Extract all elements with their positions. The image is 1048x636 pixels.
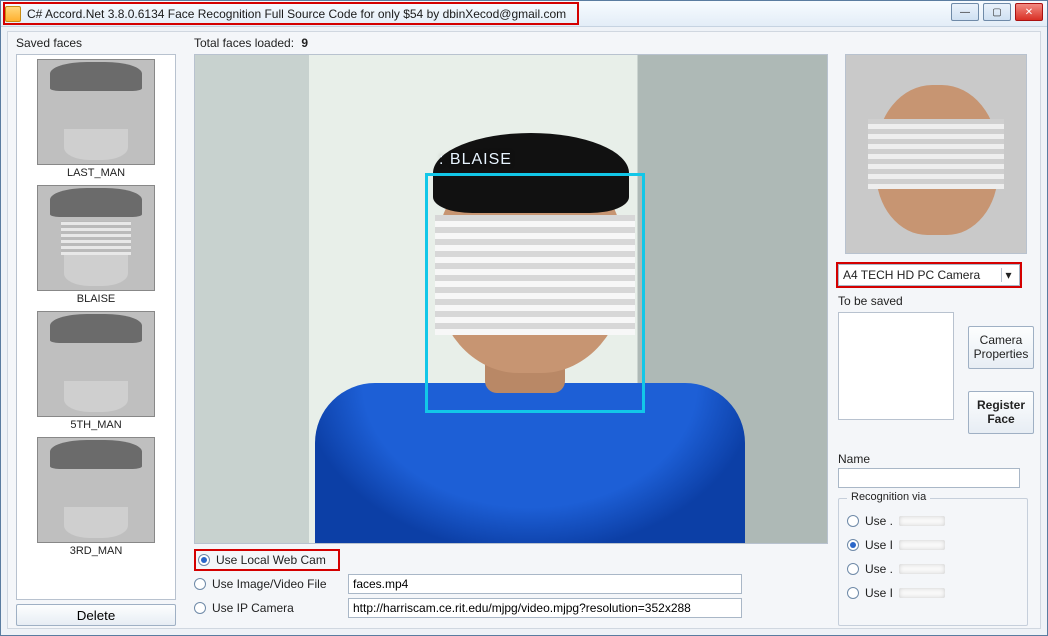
list-item[interactable]: 3RD_MAN [17, 433, 175, 559]
source-row-local-webcam[interactable]: Use Local Web Cam [194, 548, 828, 572]
obscured-text [899, 516, 945, 526]
radio-recog-4[interactable] [847, 587, 859, 599]
camera-select-value: A4 TECH HD PC Camera [843, 268, 980, 282]
radio-label: Use . [865, 562, 893, 576]
chevron-down-icon[interactable]: ▾ [1001, 268, 1015, 282]
ip-camera-url-input[interactable] [348, 598, 742, 618]
image-video-path-input[interactable] [348, 574, 742, 594]
delete-button[interactable]: Delete [16, 604, 176, 626]
face-thumbnail [37, 311, 155, 417]
obscured-text [899, 588, 945, 598]
recognition-option-4[interactable]: Use I [847, 581, 1019, 605]
total-faces-label: Total faces loaded: 9 [194, 36, 308, 50]
radio-ip-camera[interactable] [194, 602, 206, 614]
camera-select[interactable]: A4 TECH HD PC Camera ▾ [838, 264, 1020, 286]
face-detection-box [425, 173, 645, 413]
face-thumbnail [37, 185, 155, 291]
face-caption: LAST_MAN [67, 167, 125, 179]
close-button[interactable]: ✕ [1015, 3, 1043, 21]
camera-properties-button[interactable]: Camera Properties [968, 326, 1034, 369]
list-item[interactable]: LAST_MAN [17, 55, 175, 181]
client-area: Saved faces Total faces loaded: 9 LAST_M… [7, 31, 1041, 629]
total-faces-prefix: Total faces loaded: [194, 36, 294, 50]
face-caption: 5TH_MAN [70, 419, 121, 431]
face-caption: BLAISE [77, 293, 116, 305]
radio-label: Use . [865, 514, 893, 528]
face-thumbnail [37, 59, 155, 165]
right-column: A4 TECH HD PC Camera ▾ To be saved Camer… [838, 54, 1034, 626]
register-face-button[interactable]: Register Face [968, 391, 1034, 434]
detection-label: : BLAISE [439, 151, 512, 169]
video-preview: : BLAISE [194, 54, 828, 544]
source-row-ip-camera[interactable]: Use IP Camera [194, 596, 828, 620]
face-thumbnail [37, 437, 155, 543]
radio-local-webcam[interactable] [198, 554, 210, 566]
captured-face-preview [845, 54, 1027, 254]
total-faces-count: 9 [301, 36, 308, 50]
maximize-button[interactable]: ▢ [983, 3, 1011, 21]
minimize-button[interactable]: ― [951, 3, 979, 21]
window-buttons: ― ▢ ✕ [951, 3, 1043, 21]
list-item[interactable]: 5TH_MAN [17, 307, 175, 433]
to-be-saved-preview [838, 312, 954, 420]
to-be-saved-label: To be saved [838, 294, 1034, 308]
name-input[interactable] [838, 468, 1020, 488]
radio-label: Use Local Web Cam [216, 553, 326, 567]
app-window: C# Accord.Net 3.8.0.6134 Face Recognitio… [0, 0, 1048, 636]
recognition-via-legend: Recognition via [847, 491, 930, 503]
radio-recog-3[interactable] [847, 563, 859, 575]
name-label: Name [838, 452, 870, 466]
saved-faces-label: Saved faces [16, 36, 82, 50]
recognition-option-3[interactable]: Use . [847, 557, 1019, 581]
saved-faces-list[interactable]: LAST_MAN BLAISE 5TH_MAN 3RD_MAN [16, 54, 176, 600]
recognition-option-2[interactable]: Use I [847, 533, 1019, 557]
obscured-text [899, 540, 945, 550]
face-caption: 3RD_MAN [70, 545, 123, 557]
radio-label: Use Image/Video File [212, 577, 342, 591]
list-item[interactable]: BLAISE [17, 181, 175, 307]
obscured-text [899, 564, 945, 574]
window-title: C# Accord.Net 3.8.0.6134 Face Recognitio… [27, 7, 566, 21]
radio-recog-2[interactable] [847, 539, 859, 551]
radio-label: Use IP Camera [212, 601, 342, 615]
recognition-option-1[interactable]: Use . [847, 509, 1019, 533]
radio-image-video[interactable] [194, 578, 206, 590]
radio-recog-1[interactable] [847, 515, 859, 527]
recognition-via-group: Recognition via Use . Use I Use . [838, 498, 1028, 626]
titlebar: C# Accord.Net 3.8.0.6134 Face Recognitio… [1, 1, 1047, 27]
source-row-image-video[interactable]: Use Image/Video File [194, 572, 828, 596]
app-icon [5, 6, 21, 22]
radio-label: Use I [865, 586, 893, 600]
radio-label: Use I [865, 538, 893, 552]
video-source-group: Use Local Web Cam Use Image/Video File U… [194, 548, 828, 620]
